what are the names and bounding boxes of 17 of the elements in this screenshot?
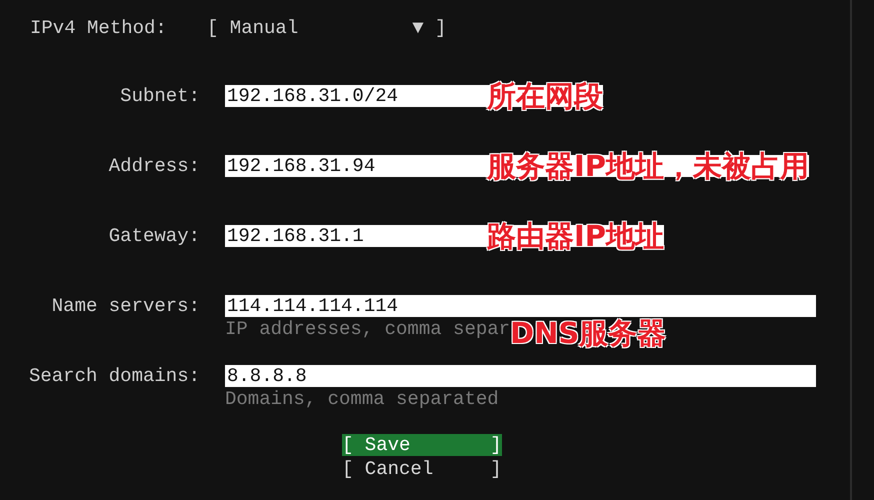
menu-button[interactable]: [ Save ] bbox=[342, 434, 502, 456]
input-field[interactable]: 8.8.8.8 bbox=[225, 365, 816, 387]
input-field[interactable]: 192.168.31.1 bbox=[225, 225, 487, 247]
input-field[interactable]: 114.114.114.114 bbox=[225, 295, 816, 317]
input-field[interactable]: 192.168.31.94 bbox=[225, 155, 487, 177]
annotation-text: DNS服务器 bbox=[510, 315, 666, 351]
field-label: Address: bbox=[108, 155, 200, 177]
field-label: Subnet: bbox=[119, 85, 200, 107]
input-field[interactable]: 192.168.31.0/24 bbox=[225, 85, 487, 107]
method-dropdown[interactable]: [ Manual ▼ ] bbox=[207, 17, 446, 39]
field-label: Gateway: bbox=[108, 225, 200, 247]
field-label: Search domains: bbox=[28, 365, 200, 387]
field-label: Name servers: bbox=[50, 295, 200, 317]
menu-button[interactable]: [ Cancel ] bbox=[342, 458, 502, 480]
hint-text: Domains, comma separated bbox=[225, 388, 499, 410]
field-label: IPv4 Method: bbox=[29, 17, 168, 39]
hint-text: IP addresses, comma separ bbox=[225, 318, 510, 340]
